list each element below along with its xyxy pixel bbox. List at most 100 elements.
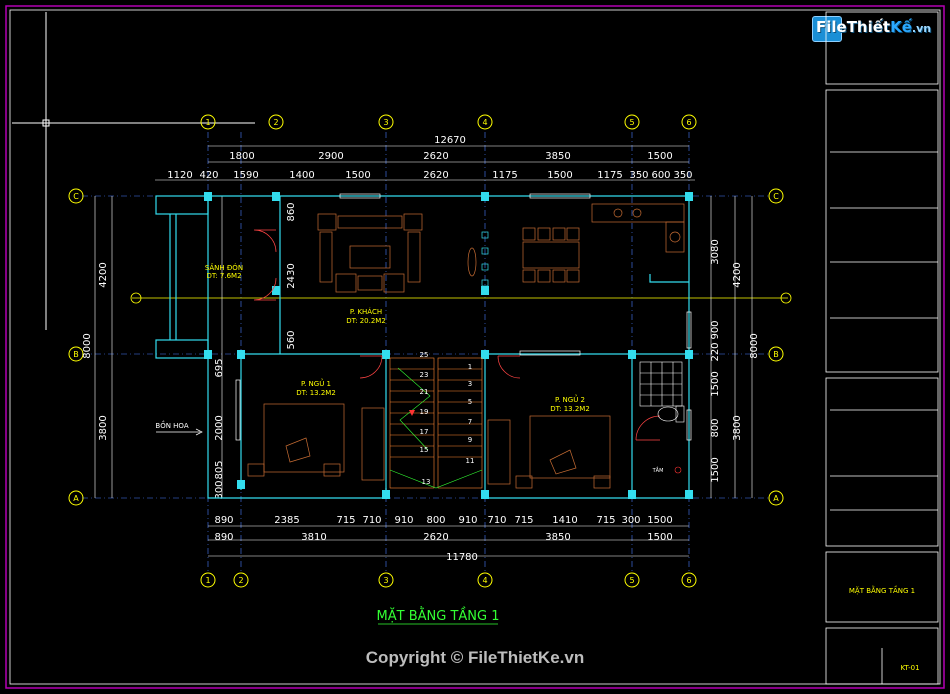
svg-text:715: 715 xyxy=(514,515,533,526)
sheet-inner-border xyxy=(9,9,941,685)
svg-text:420: 420 xyxy=(199,170,218,181)
windows xyxy=(235,193,692,441)
svg-text:560: 560 xyxy=(286,330,297,349)
svg-text:3: 3 xyxy=(468,380,472,388)
svg-text:1410: 1410 xyxy=(552,515,577,526)
svg-text:890: 890 xyxy=(214,515,233,526)
svg-text:25: 25 xyxy=(420,351,429,359)
svg-text:2430: 2430 xyxy=(286,263,297,288)
title-block-sheet-name: MẶT BẰNG TẦNG 1 xyxy=(849,585,915,595)
svg-text:17: 17 xyxy=(420,428,429,436)
room-name-bedroom-2: P. NGỦ 2 xyxy=(555,394,585,404)
room-area-bedroom-1: DT: 13.2M2 xyxy=(296,389,336,397)
svg-text:2620: 2620 xyxy=(423,151,448,162)
svg-text:860: 860 xyxy=(286,202,297,221)
floor-plan-drawing: MẶT BẰNG TẦNG 1 KT-01 1 2 3 4 5 6 1 2 3 … xyxy=(5,5,945,689)
svg-text:1500: 1500 xyxy=(547,170,572,181)
svg-text:800: 800 xyxy=(710,418,721,437)
svg-text:710: 710 xyxy=(487,515,506,526)
svg-text:21: 21 xyxy=(420,388,429,396)
svg-text:1: 1 xyxy=(205,118,210,127)
svg-text:800: 800 xyxy=(426,515,445,526)
svg-text:1500: 1500 xyxy=(647,151,672,162)
svg-text:3800: 3800 xyxy=(732,415,743,440)
svg-text:13: 13 xyxy=(422,478,431,486)
svg-text:900: 900 xyxy=(710,320,721,339)
room-name-living: P. KHÁCH xyxy=(350,307,382,316)
svg-text:910: 910 xyxy=(458,515,477,526)
structural-columns xyxy=(204,192,693,499)
svg-text:8000: 8000 xyxy=(749,333,760,358)
sofa-set xyxy=(317,213,477,293)
flower-box-label: BỒN HOA xyxy=(155,420,188,430)
shower-label: TẮM xyxy=(652,466,664,474)
room-area-bedroom-2: DT: 13.2M2 xyxy=(550,405,590,413)
svg-text:1500: 1500 xyxy=(647,515,672,526)
svg-text:220: 220 xyxy=(710,342,721,361)
copyright-watermark: Copyright © FileThietKe.vn xyxy=(365,648,585,667)
svg-text:23: 23 xyxy=(420,371,429,379)
drawing-title: MẶT BẰNG TẦNG 1 xyxy=(377,607,500,624)
svg-text:890: 890 xyxy=(214,532,233,543)
svg-text:3810: 3810 xyxy=(301,532,326,543)
svg-text:1500: 1500 xyxy=(647,532,672,543)
stair-step-numbers: 25 23 21 19 17 15 13 11 9 7 5 3 1 xyxy=(420,351,475,486)
svg-text:A: A xyxy=(773,494,779,503)
svg-text:7: 7 xyxy=(468,418,472,426)
axis-bubbles-bottom: 1 2 3 4 5 6 xyxy=(200,572,697,588)
svg-text:715: 715 xyxy=(336,515,355,526)
svg-text:11: 11 xyxy=(466,457,475,465)
svg-text:3800: 3800 xyxy=(98,415,109,440)
svg-text:2900: 2900 xyxy=(318,151,343,162)
sheet-outer-border xyxy=(5,5,945,689)
svg-text:12670: 12670 xyxy=(434,135,466,146)
bed-room-1 xyxy=(247,403,385,481)
svg-text:4: 4 xyxy=(482,576,487,585)
title-block xyxy=(825,11,939,685)
svg-text:1: 1 xyxy=(468,363,472,371)
svg-text:3850: 3850 xyxy=(545,532,570,543)
svg-text:1175: 1175 xyxy=(597,170,622,181)
kitchen-counter xyxy=(591,203,685,253)
svg-text:1400: 1400 xyxy=(289,170,314,181)
room-area-lobby: DT: 7.6M2 xyxy=(206,272,241,280)
axis-bubbles-top: 1 2 3 4 5 6 xyxy=(200,114,697,130)
svg-text:2: 2 xyxy=(238,576,243,585)
svg-text:3850: 3850 xyxy=(545,151,570,162)
cad-crosshair xyxy=(12,12,255,330)
svg-text:600: 600 xyxy=(651,170,670,181)
svg-text:5: 5 xyxy=(629,118,634,127)
svg-text:2000: 2000 xyxy=(214,415,225,440)
svg-text:710: 710 xyxy=(362,515,381,526)
svg-text:2620: 2620 xyxy=(423,170,448,181)
dimension-texts: 12670 1800 2900 2620 3850 1500 1120 420 … xyxy=(167,135,692,563)
svg-text:A: A xyxy=(73,494,79,503)
svg-text:1500: 1500 xyxy=(710,371,721,396)
svg-text:B: B xyxy=(73,350,79,359)
svg-text:3: 3 xyxy=(383,118,388,127)
svg-text:805: 805 xyxy=(214,460,225,479)
svg-text:B: B xyxy=(773,350,779,359)
svg-text:2: 2 xyxy=(273,118,278,127)
svg-text:4200: 4200 xyxy=(98,262,109,287)
svg-text:2620: 2620 xyxy=(423,532,448,543)
room-area-living: DT: 20.2M2 xyxy=(346,317,386,325)
bathroom-fixtures xyxy=(639,361,685,474)
svg-text:300: 300 xyxy=(214,480,225,499)
room-labels: SẢNH ĐÓN DT: 7.6M2 P. KHÁCH DT: 20.2M2 P… xyxy=(205,263,590,413)
svg-text:15: 15 xyxy=(420,446,429,454)
svg-text:2385: 2385 xyxy=(274,515,299,526)
doors xyxy=(253,229,661,441)
dining-set xyxy=(522,227,580,283)
svg-text:715: 715 xyxy=(596,515,615,526)
svg-text:300: 300 xyxy=(621,515,640,526)
svg-text:3080: 3080 xyxy=(710,239,721,264)
svg-text:350: 350 xyxy=(629,170,648,181)
svg-text:1120: 1120 xyxy=(167,170,192,181)
svg-text:1800: 1800 xyxy=(229,151,254,162)
svg-text:11780: 11780 xyxy=(446,552,478,563)
svg-text:4200: 4200 xyxy=(732,262,743,287)
svg-text:1590: 1590 xyxy=(233,170,258,181)
bed-room-2 xyxy=(487,415,611,489)
svg-text:1500: 1500 xyxy=(710,457,721,482)
